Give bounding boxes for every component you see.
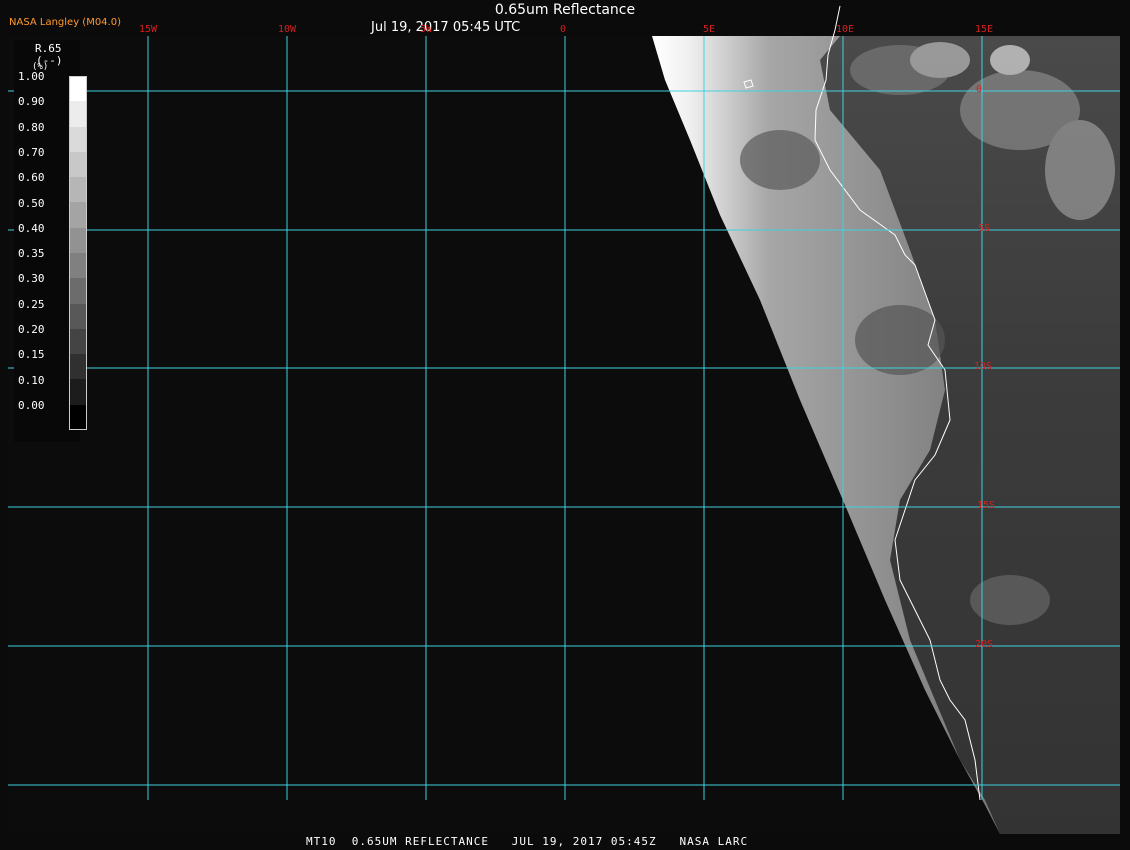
lon-label-0: 0: [560, 24, 567, 35]
lon-label-10e: 10E: [836, 24, 855, 35]
legend-level-label: 0.40: [18, 221, 45, 235]
lat-label-5s: 5S: [978, 223, 991, 234]
legend-level-label: 0.00: [18, 398, 45, 412]
lon-label-15e: 15E: [975, 24, 994, 35]
legend-level-label: 0.70: [18, 145, 45, 159]
legend-level-label: 1.00: [18, 70, 45, 83]
legend-level-label: 0.10: [18, 373, 45, 387]
legend-level-label: 0.15: [18, 348, 45, 362]
lon-label-5w: 5W: [420, 24, 433, 35]
lon-label-10w: 10W: [278, 24, 297, 35]
legend-level-label: 0.50: [18, 196, 45, 210]
lon-label-15w: 15W: [139, 24, 158, 35]
lat-label-10s: 10S: [974, 361, 993, 372]
lat-label-0: 0: [976, 84, 983, 95]
colorbar-outline: [69, 76, 87, 430]
satellite-map: [0, 0, 1130, 850]
legend-level-label: 0.60: [18, 171, 45, 185]
legend-level-label: 0.25: [18, 297, 45, 311]
footer-caption: MT10 0.65UM REFLECTANCE JUL 19, 2017 05:…: [306, 835, 749, 848]
colorbar-legend: R.65 (--) (%) 1.00 0.90 0.80 0.70 0.60 0.50 0.…: [14, 40, 87, 442]
product-title: 0.65um Reflectance: [494, 2, 636, 18]
datetime-label: Jul 19, 2017 05:45 UTC: [371, 20, 521, 35]
legend-level-label: 0.90: [18, 95, 45, 109]
legend-level-label: 0.80: [18, 120, 45, 134]
lat-label-15s: 15S: [977, 500, 996, 511]
lon-label-5e: 5E: [703, 24, 716, 35]
legend-level-label: 0.30: [18, 272, 45, 286]
legend-level-label: 0.20: [18, 323, 45, 336]
organization-label: NASA Langley (M04.0): [9, 17, 121, 28]
lat-label-20s: 20S: [975, 639, 994, 650]
legend-level-label: 0.35: [18, 247, 45, 261]
